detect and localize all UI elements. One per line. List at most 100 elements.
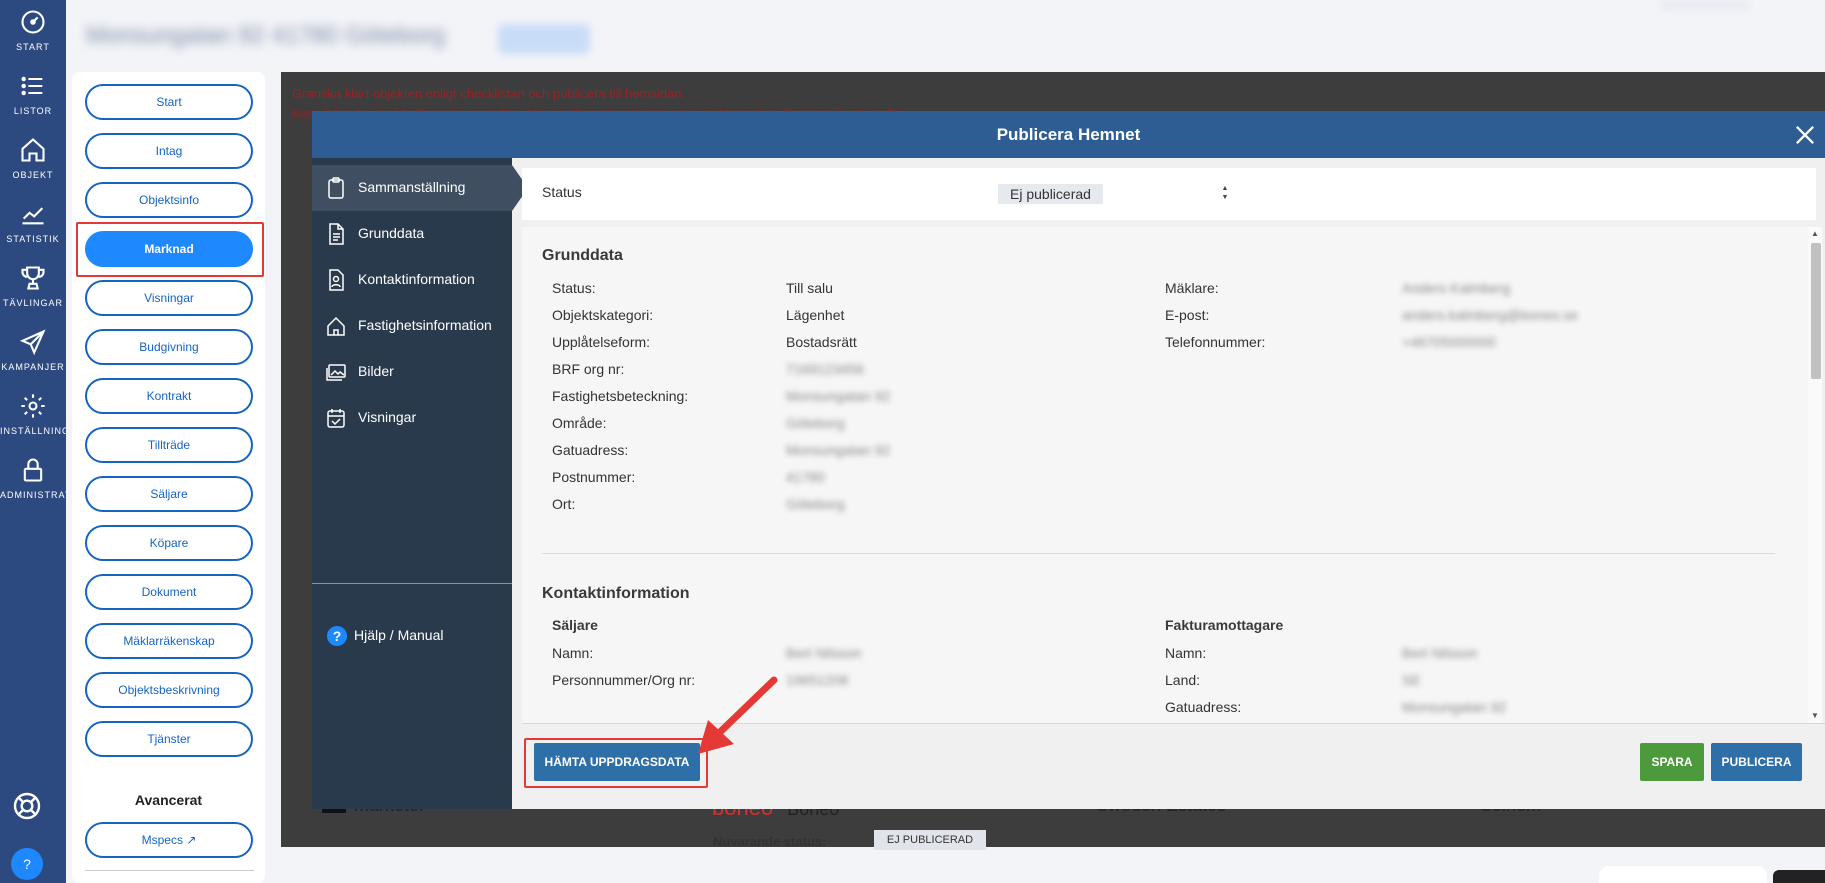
- page-title: Monsungatan 92 41780 Göteborg: [86, 22, 445, 49]
- modal-nav-kontaktinformation[interactable]: Kontaktinformation: [312, 257, 512, 303]
- subnav-tjanster-button[interactable]: Tjänster: [85, 721, 253, 757]
- rail-item-statistik[interactable]: STATISTIK: [0, 200, 66, 244]
- field-label: Mäklare:: [1165, 280, 1219, 296]
- question-circle-icon: ?: [327, 626, 347, 646]
- modal-nav-label: Kontaktinformation: [358, 271, 475, 287]
- subnav-dokument-button[interactable]: Dokument: [85, 574, 253, 610]
- field-value: Anders Kalmberg: [1402, 280, 1511, 296]
- field-label: Ort:: [552, 496, 576, 512]
- calendar-check-icon: [327, 409, 345, 428]
- advanced-heading: Avancerat: [134, 792, 203, 808]
- list-icon: [21, 76, 43, 96]
- modal-sidebar: Sammanställning Grunddata Kontaktinforma…: [312, 158, 512, 809]
- field-label: Land:: [1165, 672, 1201, 688]
- publish-button[interactable]: PUBLICERA: [1711, 743, 1802, 781]
- subnav-kontrakt-button[interactable]: Kontrakt: [85, 378, 253, 414]
- rail-item-administration[interactable]: ADMINISTRATION: [0, 456, 66, 500]
- subnav-budgivning-button[interactable]: Budgivning: [85, 329, 253, 365]
- modal-nav-help[interactable]: ? Hjälp / Manual: [312, 613, 512, 659]
- modal-nav-sammanstallning[interactable]: Sammanställning: [312, 165, 512, 211]
- field-value: Göteborg: [786, 496, 845, 512]
- field-label: Namn:: [1165, 645, 1207, 661]
- modal-nav-fastighetsinformation[interactable]: Fastighetsinformation: [312, 303, 512, 349]
- rail-label: TÄVLINGAR: [2, 298, 63, 308]
- publish-modal: Publicera Hemnet Sammanställning Grundda…: [312, 111, 1825, 809]
- field-value: SE: [1402, 672, 1421, 688]
- scroll-thumb[interactable]: [1811, 243, 1821, 379]
- subnav-objektsinfo-button[interactable]: Objektsinfo: [85, 182, 253, 218]
- lifebuoy-icon[interactable]: [11, 790, 43, 822]
- seller-heading: Säljare: [552, 617, 598, 633]
- help-button[interactable]: ?: [11, 848, 43, 880]
- subnav-objektsbeskrivning-button[interactable]: Objektsbeskrivning: [85, 672, 253, 708]
- rail-item-start[interactable]: START: [0, 8, 66, 52]
- chart-icon: [22, 207, 44, 225]
- field-label: Status:: [552, 280, 596, 296]
- field-value: +46705000000: [1402, 334, 1496, 350]
- modal-nav-visningar[interactable]: Visningar: [312, 395, 512, 441]
- header-right-control[interactable]: [1660, 0, 1750, 10]
- highlight-box-marknad: [76, 222, 264, 277]
- annotation-arrow: [698, 676, 778, 754]
- scroll-down-icon[interactable]: ▼: [1811, 711, 1819, 720]
- dashboard-gauge-icon: [21, 10, 45, 34]
- rail-item-installningar[interactable]: INSTÄLLNINGAR: [0, 392, 66, 436]
- subnav-visningar-button[interactable]: Visningar: [85, 280, 253, 316]
- status-select[interactable]: Ej publicerad ▲ ▼: [998, 184, 1230, 204]
- close-icon[interactable]: [1791, 121, 1819, 149]
- modal-nav-label: Bilder: [358, 363, 394, 379]
- summary-content: Grunddata Status: Till salu Objektskateg…: [522, 227, 1808, 723]
- rail-label: LISTOR: [13, 106, 53, 116]
- subnav-start-button[interactable]: Start: [85, 84, 253, 120]
- modal-nav-grunddata[interactable]: Grunddata: [312, 211, 512, 257]
- images-icon: [326, 364, 346, 381]
- main-rail: START LISTOR OBJEKT STATISTIK TÄVLINGAR …: [0, 0, 66, 883]
- rail-item-objekt[interactable]: OBJEKT: [0, 136, 66, 180]
- grunddata-heading: Grunddata: [542, 247, 623, 264]
- field-value: Monsungatan 92: [1402, 699, 1507, 715]
- field-value: Bert Nilsson: [1402, 645, 1478, 661]
- field-value: Monsungatan 92: [786, 442, 891, 458]
- field-value: Till salu: [786, 280, 833, 296]
- floating-dark-button[interactable]: [1773, 870, 1825, 883]
- field-value: Bert Nilsson: [786, 645, 862, 661]
- field-label: Personnummer/Org nr:: [552, 672, 696, 688]
- rail-item-kampanjer[interactable]: KAMPANJER: [0, 328, 66, 372]
- field-value: anders.kalmberg@boneo.se: [1402, 307, 1579, 323]
- subnav-saljare-button[interactable]: Säljare: [85, 476, 253, 512]
- svg-text:?: ?: [333, 628, 342, 644]
- scroll-up-icon[interactable]: ▲: [1811, 229, 1819, 238]
- rail-label: START: [16, 42, 50, 52]
- field-label: Gatuadress:: [1165, 699, 1242, 715]
- rail-item-listor[interactable]: LISTOR: [0, 72, 66, 116]
- highlight-box-fetch: [524, 738, 708, 788]
- trophy-icon: [21, 266, 45, 290]
- status-badge: [498, 24, 590, 54]
- rail-label: INSTÄLLNINGAR: [0, 426, 66, 436]
- subnav-kopare-button[interactable]: Köpare: [85, 525, 253, 561]
- field-label: Objektskategori:: [552, 307, 654, 323]
- rail-item-tavlingar[interactable]: TÄVLINGAR: [0, 264, 66, 308]
- subnav-tilltrade-button[interactable]: Tillträde: [85, 427, 253, 463]
- status-select-value: Ej publicerad: [998, 184, 1103, 204]
- invoice-heading: Fakturamottagare: [1165, 617, 1284, 633]
- field-value: Monsungatan 92: [786, 388, 891, 404]
- field-label: Område:: [552, 415, 607, 431]
- field-label: Upplåtelseform:: [552, 334, 651, 350]
- field-label: E-post:: [1165, 307, 1210, 323]
- field-label: Telefonnummer:: [1165, 334, 1266, 350]
- subnav-intag-button[interactable]: Intag: [85, 133, 253, 169]
- gear-icon: [21, 394, 45, 418]
- external-link-icon: ↗: [186, 833, 197, 847]
- mspecs-label: Mspecs: [141, 833, 183, 847]
- current-status-badge: EJ PUBLICERAD: [874, 830, 986, 850]
- floating-panel: [1599, 866, 1767, 883]
- modal-nav-bilder[interactable]: Bilder: [312, 349, 512, 395]
- save-button[interactable]: SPARA: [1640, 743, 1704, 781]
- content-scrollbar[interactable]: ▲ ▼: [1808, 227, 1822, 723]
- house-icon: [327, 316, 345, 336]
- divider: [85, 870, 254, 871]
- subnav-mspecs-button[interactable]: Mspecs ↗: [85, 822, 253, 858]
- subnav-maklarrakenskap-button[interactable]: Mäklarräkenskap: [85, 623, 253, 659]
- app-root: START LISTOR OBJEKT STATISTIK TÄVLINGAR …: [0, 0, 1825, 883]
